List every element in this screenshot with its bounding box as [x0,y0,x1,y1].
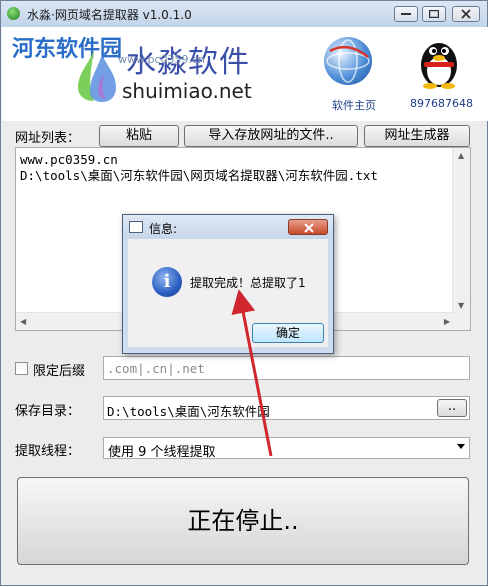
scroll-corner [453,313,470,330]
app-icon [7,7,20,20]
banner: 河东软件园 水淼软件 www.pc0359.cn shuimiao.net 软件… [2,27,488,121]
paste-button[interactable]: 粘贴 [99,125,179,147]
app-window: 水淼·网页域名提取器 v1.0.1.0 河东软件园 水淼软件 www.pc035… [0,0,488,586]
save-dir-label: 保存目录： [15,404,81,419]
import-file-button[interactable]: 导入存放网址的文件.. [184,125,358,147]
dialog-message: 提取完成！总提取了1 [190,276,306,290]
threads-select[interactable]: 使用 9 个线程提取 [103,437,470,460]
threads-selected: 使用 9 个线程提取 [108,445,216,460]
dialog-body: i 提取完成！总提取了1 确定 [128,239,328,347]
info-icon: i [152,267,182,297]
browse-button[interactable]: .. [437,399,467,417]
dialog-title: 信息: [149,222,178,236]
globe-icon[interactable] [324,37,372,85]
suffix-placeholder: .com|.cn|.net [107,361,205,376]
url-list-label: 网址列表： [15,131,81,146]
threads-label: 提取线程： [15,444,81,459]
close-button[interactable] [452,6,480,22]
chevron-down-icon [457,444,465,449]
suffix-input[interactable]: .com|.cn|.net [103,356,470,380]
url-list-text: www.pc0359.cn D:\tools\桌面\河东软件园\网页域名提取器\… [20,152,378,183]
title-bar: 水淼·网页域名提取器 v1.0.1.0 [1,1,487,27]
save-dir-input[interactable]: D:\tools\桌面\河东软件园 [103,396,470,420]
vertical-scrollbar[interactable]: ▲ ▼ [452,148,470,313]
minimize-icon [401,13,411,15]
save-dir-value: D:\tools\桌面\河东软件园 [107,404,270,419]
stop-button[interactable]: 正在停止.. [17,477,469,565]
maximize-icon [429,10,439,18]
minimize-button[interactable] [394,6,418,22]
brand-domain: shuimiao.net [122,79,252,103]
ok-button[interactable]: 确定 [252,323,324,343]
close-icon [304,223,314,233]
water-drops-logo [78,51,116,102]
url-generator-button[interactable]: 网址生成器 [364,125,470,147]
qq-penguin-icon[interactable] [416,35,462,89]
window-title: 水淼·网页域名提取器 v1.0.1.0 [27,8,192,22]
close-icon [461,9,471,19]
site-url-watermark: www.pc0359.cn [118,53,206,66]
qq-number[interactable]: 897687648 [410,97,473,110]
info-dialog: 信息: i 提取完成！总提取了1 确定 [122,214,334,354]
window-icon [129,221,143,233]
maximize-button[interactable] [422,6,446,22]
dialog-title-bar: 信息: [123,215,333,239]
limit-suffix-checkbox[interactable] [15,362,28,375]
limit-suffix-label: 限定后缀 [33,364,86,379]
home-link[interactable]: 软件主页 [332,97,376,113]
dialog-close-button[interactable] [288,219,328,235]
